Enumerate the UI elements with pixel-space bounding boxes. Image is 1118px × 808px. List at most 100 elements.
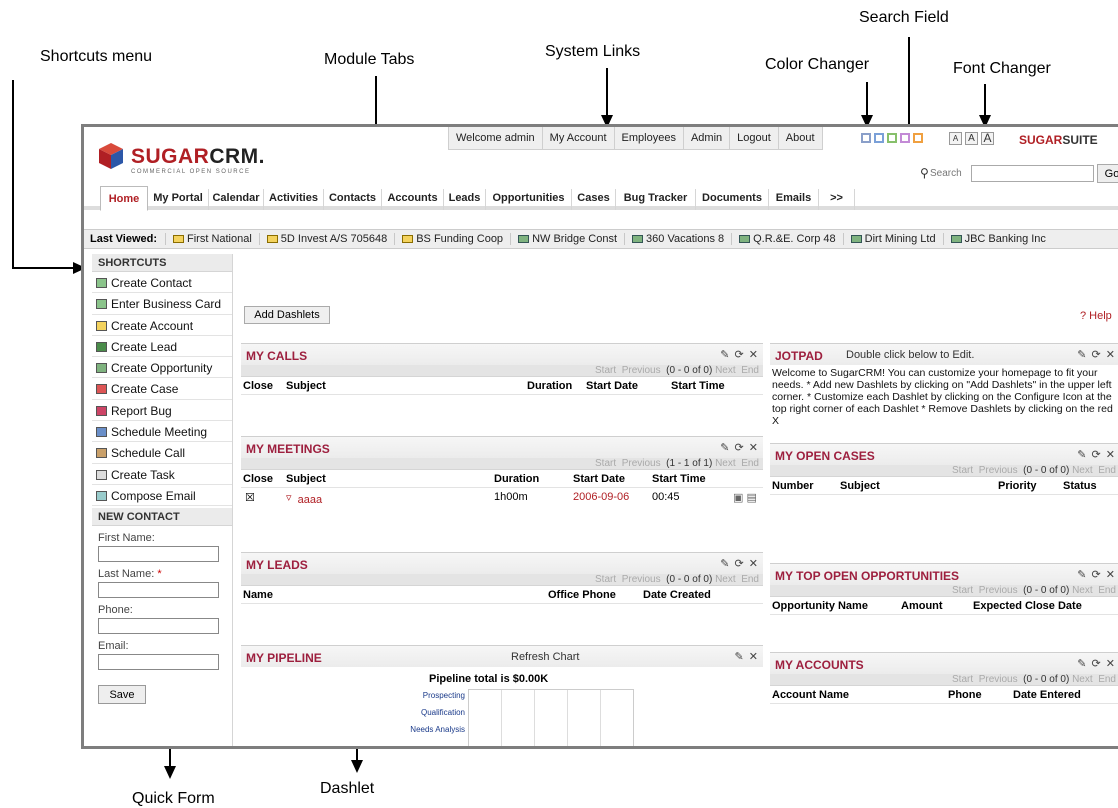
- pipeline-chart: [468, 689, 634, 746]
- phone-field[interactable]: [98, 618, 219, 635]
- add-dashlets-button[interactable]: Add Dashlets: [244, 306, 330, 324]
- last-viewed-item[interactable]: 5D Invest A/S 705648: [258, 233, 394, 245]
- module-tabs: Home My Portal Calendar Activities Conta…: [84, 186, 1118, 211]
- dashlet-tools[interactable]: ✎ ⟳ ✕: [720, 348, 759, 361]
- shortcut-schedule-meeting[interactable]: Schedule Meeting: [92, 421, 232, 443]
- phone-label: Phone:: [98, 604, 133, 617]
- shortcut-create-case[interactable]: Create Case: [92, 378, 232, 400]
- font-arrow-line: [984, 84, 986, 116]
- business-card-icon: [96, 299, 107, 310]
- tab-accounts[interactable]: Accounts: [382, 189, 444, 210]
- tab-cases[interactable]: Cases: [572, 189, 616, 210]
- dashlet-title: MY PIPELINE: [246, 651, 322, 665]
- last-viewed-item[interactable]: 360 Vacations 8: [624, 233, 731, 245]
- dashlet-tools[interactable]: ✎ ⟳ ✕: [720, 441, 759, 454]
- tab-documents[interactable]: Documents: [696, 189, 769, 210]
- jotpad-text[interactable]: Welcome to SugarCRM! You can customize y…: [770, 365, 1118, 429]
- folder-icon: [266, 235, 278, 243]
- dashlet-tools[interactable]: ✎ ⟳ ✕: [1077, 448, 1116, 461]
- opportunity-icon: [96, 363, 107, 374]
- color-swatch-blue[interactable]: [874, 133, 884, 143]
- first-name-field[interactable]: [98, 546, 219, 563]
- last-viewed-item[interactable]: Q.R.&E. Corp 48: [731, 233, 843, 245]
- last-viewed-item[interactable]: JBC Banking Inc: [942, 233, 1053, 245]
- dashlet-tools[interactable]: ✎ ⟳ ✕: [1077, 568, 1116, 581]
- dashlet-title: MY MEETINGS: [246, 442, 330, 456]
- my-account-link[interactable]: My Account: [541, 127, 614, 149]
- logout-link[interactable]: Logout: [729, 127, 778, 149]
- tab-more[interactable]: >>: [819, 189, 855, 210]
- shortcuts-arrow-line: [12, 80, 14, 268]
- dashlet-tools[interactable]: ✎ ⟳ ✕: [1077, 657, 1116, 670]
- dashlet-title: MY ACCOUNTS: [775, 658, 864, 672]
- last-viewed-item[interactable]: NW Bridge Const: [510, 233, 624, 245]
- shortcut-schedule-call[interactable]: Schedule Call: [92, 442, 232, 464]
- dashlet-header-row: Close Subject Duration Start Date Start …: [241, 377, 763, 395]
- last-viewed-item[interactable]: BS Funding Coop: [394, 233, 510, 245]
- last-viewed-item[interactable]: First National: [165, 233, 259, 245]
- color-swatch-gray[interactable]: [861, 133, 871, 143]
- my-top-opportunities-dashlet: MY TOP OPEN OPPORTUNITIES ✎ ⟳ ✕ Start Pre…: [770, 563, 1118, 615]
- dashlet-pagination: Start Previous (0 - 0 of 0) Next End: [770, 465, 1118, 477]
- jotpad-dashlet: JOTPAD Double click below to Edit. ✎ ⟳ ✕ W…: [770, 343, 1118, 429]
- shortcut-create-opportunity[interactable]: Create Opportunity: [92, 357, 232, 379]
- tab-home[interactable]: Home: [100, 186, 148, 211]
- tab-bug-tracker[interactable]: Bug Tracker: [616, 189, 696, 210]
- dashlet-tools[interactable]: ✎ ⟳ ✕: [1077, 348, 1116, 361]
- my-open-cases-dashlet: MY OPEN CASES ✎ ⟳ ✕ Start Previous (0 - 0…: [770, 443, 1118, 495]
- search-icon: ⚲: [920, 166, 929, 180]
- help-link[interactable]: ? Help: [1080, 310, 1112, 322]
- table-row[interactable]: ☒ ▿ aaaa 1h00m 2006-09-06 00:45 ▣ ▤: [241, 488, 763, 508]
- tab-emails[interactable]: Emails: [769, 189, 819, 210]
- app-window: SUGARCRM. COMMERCIAL OPEN SOURCE Welcome…: [81, 124, 1118, 749]
- edit-icon[interactable]: ▣ ▤: [733, 491, 757, 504]
- tab-opportunities[interactable]: Opportunities: [486, 189, 572, 210]
- shortcuts-heading: SHORTCUTS: [92, 254, 232, 272]
- dashlet-title: MY OPEN CASES: [775, 449, 875, 463]
- shortcut-create-contact[interactable]: Create Contact: [92, 272, 232, 294]
- new-contact-heading: NEW CONTACT: [92, 508, 232, 527]
- shortcut-compose-email[interactable]: Compose Email: [92, 485, 232, 507]
- tab-contacts[interactable]: Contacts: [324, 189, 382, 210]
- bug-icon: [96, 405, 107, 416]
- shortcut-create-lead[interactable]: Create Lead: [92, 336, 232, 358]
- refresh-chart-link[interactable]: Refresh Chart: [511, 651, 579, 663]
- employees-link[interactable]: Employees: [613, 127, 683, 149]
- tab-leads[interactable]: Leads: [444, 189, 486, 210]
- last-viewed-item[interactable]: Dirt Mining Ltd: [842, 233, 943, 245]
- email-field[interactable]: [98, 654, 219, 671]
- dashlet-header-row: Account Name Phone Date Entered: [770, 686, 1118, 704]
- annotation-module-tabs: Module Tabs: [324, 51, 415, 68]
- color-arrow-line: [866, 82, 868, 116]
- color-swatch-green[interactable]: [887, 133, 897, 143]
- last-name-field[interactable]: [98, 582, 219, 599]
- font-large-button[interactable]: A: [981, 132, 994, 145]
- shortcut-report-bug[interactable]: Report Bug: [92, 400, 232, 422]
- admin-link[interactable]: Admin: [682, 127, 729, 149]
- dashlet-title: MY CALLS: [246, 349, 308, 363]
- search-go-button[interactable]: Go: [1097, 164, 1118, 183]
- logo-wordmark: SUGARCRM.: [131, 145, 266, 168]
- shortcut-create-task[interactable]: Create Task: [92, 464, 232, 485]
- tab-calendar[interactable]: Calendar: [209, 189, 264, 210]
- shortcut-create-account[interactable]: Create Account: [92, 315, 232, 336]
- last-viewed-items: First National 5D Invest A/S 705648 BS F…: [165, 233, 1053, 245]
- case-icon: [96, 384, 107, 395]
- quickform-arrow-head: [164, 766, 176, 779]
- meeting-subject-link[interactable]: ▿ aaaa: [286, 491, 322, 506]
- about-link[interactable]: About: [777, 127, 822, 149]
- font-medium-button[interactable]: A: [965, 132, 978, 145]
- shortcut-enter-business-card[interactable]: Enter Business Card: [92, 293, 232, 315]
- save-button[interactable]: Save: [98, 685, 146, 705]
- tab-my-portal[interactable]: My Portal: [148, 189, 209, 210]
- color-swatch-orange[interactable]: [913, 133, 923, 143]
- font-small-button[interactable]: A: [949, 132, 962, 145]
- dashlet-pagination: Start Previous (0 - 0 of 0) Next End: [770, 585, 1118, 597]
- close-icon[interactable]: ☒: [245, 491, 255, 504]
- font-changer: A A A: [949, 132, 994, 145]
- tab-activities[interactable]: Activities: [264, 189, 324, 210]
- dashlet-tools[interactable]: ✎ ⟳ ✕: [720, 557, 759, 570]
- color-swatch-purple[interactable]: [900, 133, 910, 143]
- search-input[interactable]: [971, 165, 1094, 182]
- dashlet-tools[interactable]: ✎ ✕: [735, 650, 760, 663]
